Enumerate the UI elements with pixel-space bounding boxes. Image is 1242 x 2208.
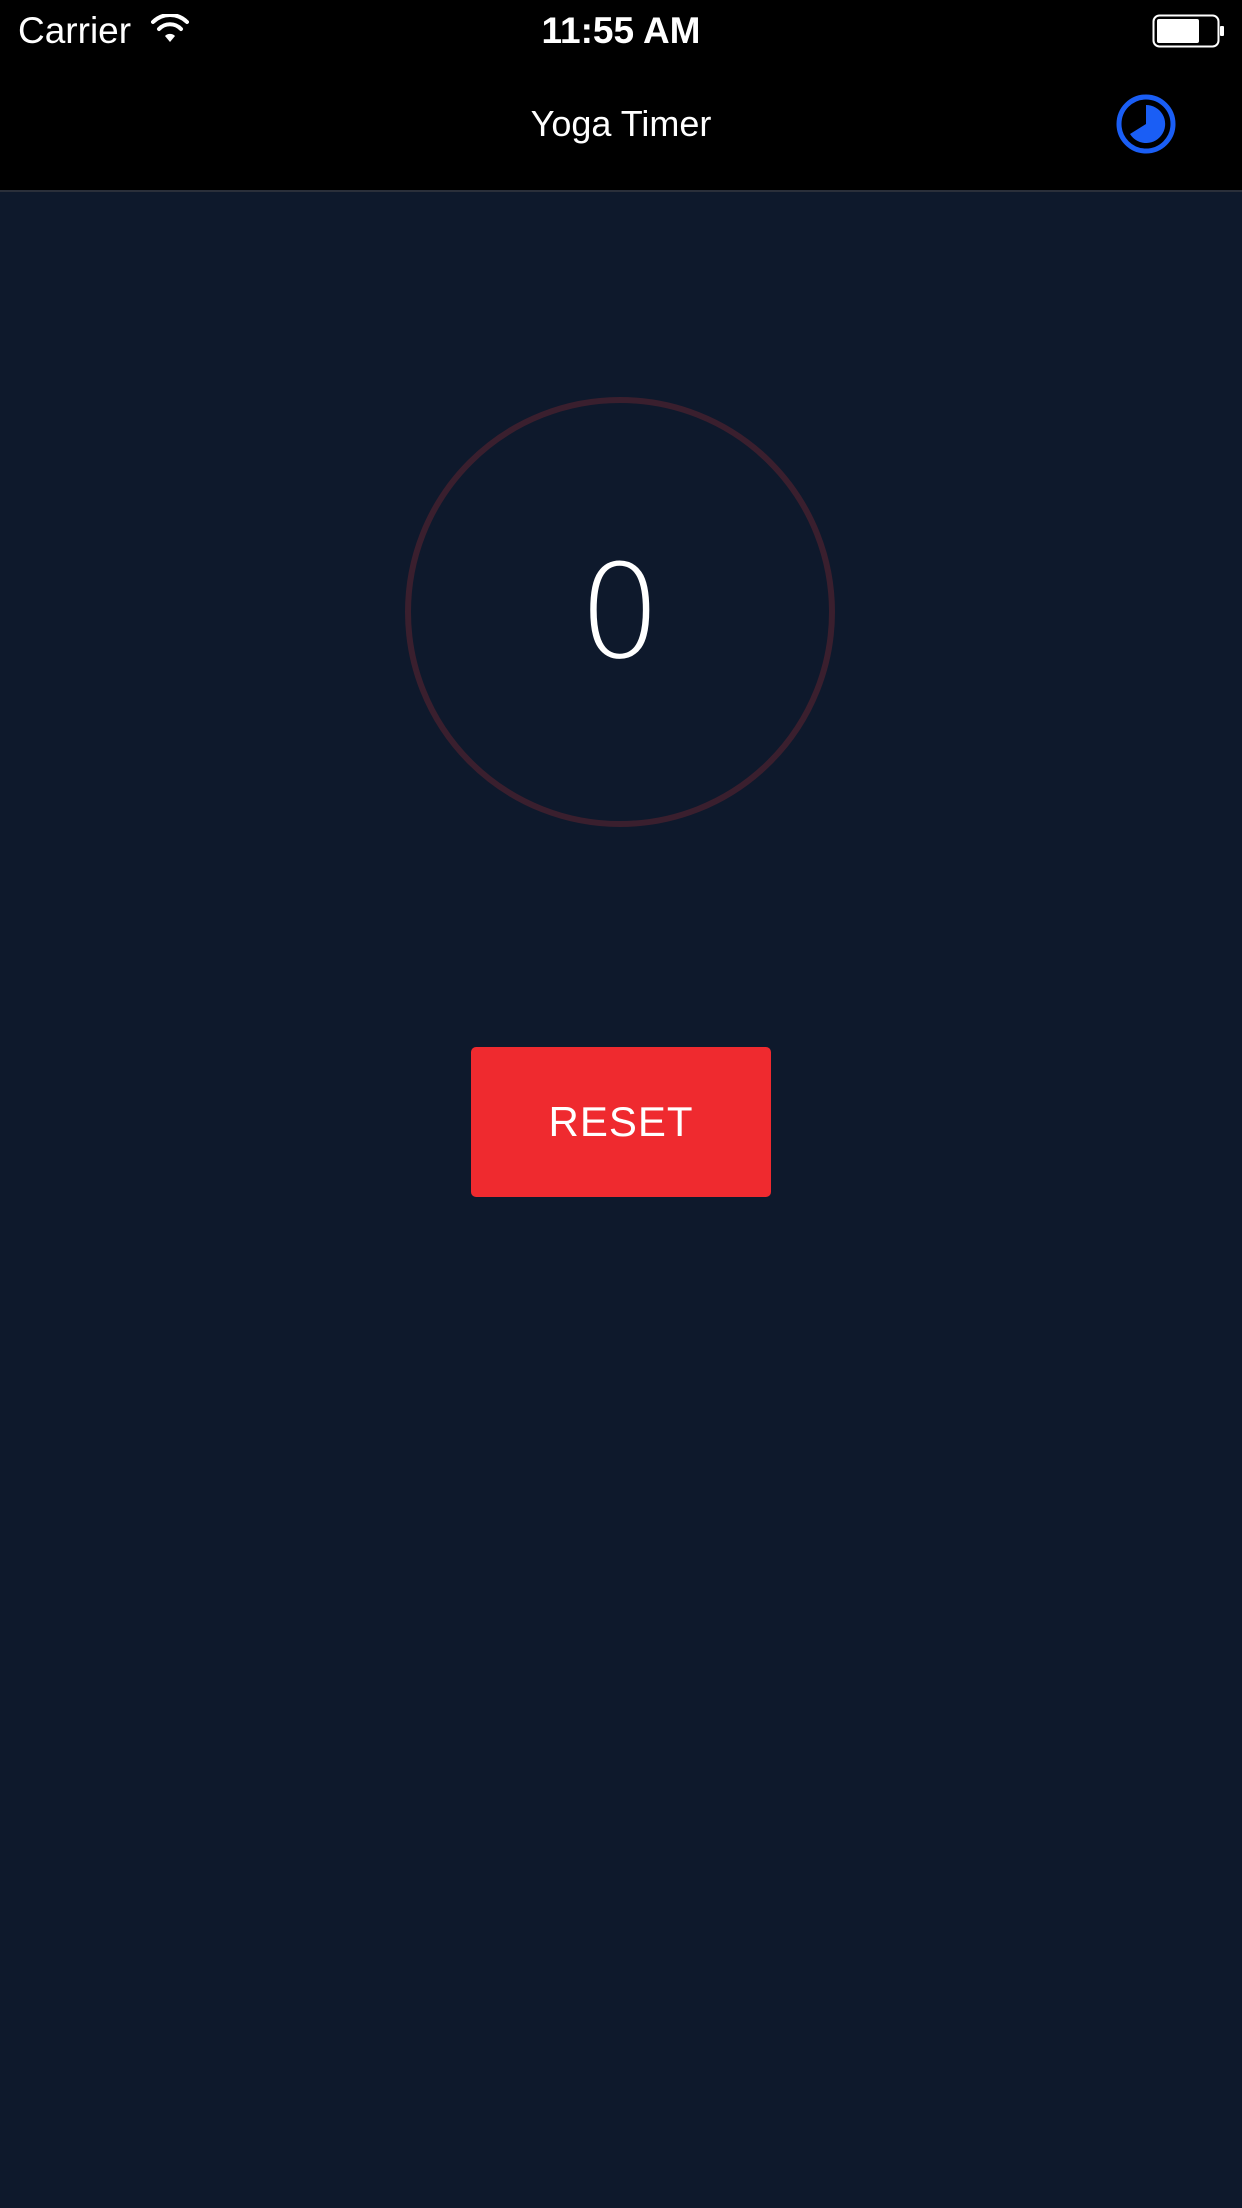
status-time: 11:55 AM bbox=[541, 10, 701, 51]
battery-icon bbox=[1152, 14, 1224, 48]
page-title: Yoga Timer bbox=[530, 103, 712, 144]
timer-count: 0 bbox=[578, 536, 662, 688]
history-button[interactable] bbox=[1112, 90, 1180, 158]
history-clock-icon bbox=[1116, 94, 1176, 154]
reset-button[interactable]: RESET bbox=[471, 1047, 771, 1197]
status-bar: Carrier 11:55 AM bbox=[0, 0, 1242, 62]
navigation-bar: Yoga Timer bbox=[0, 62, 1242, 192]
